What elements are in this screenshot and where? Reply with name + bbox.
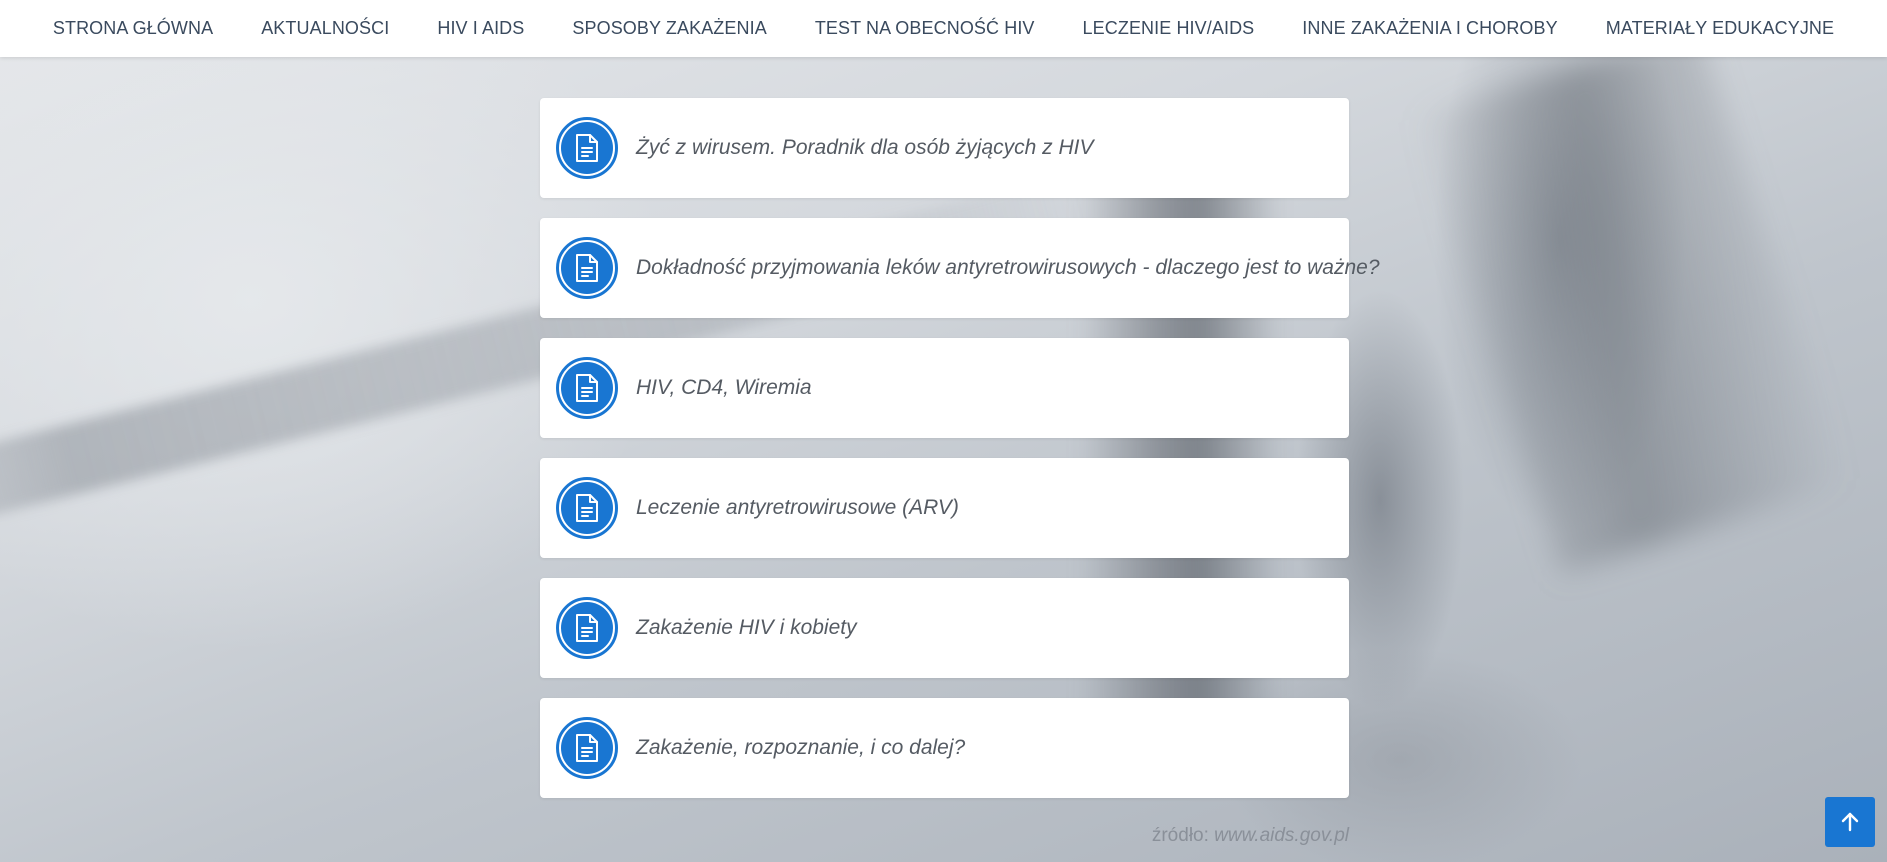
document-icon-ring: [556, 117, 618, 179]
source-note: źródło: www.aids.gov.pl: [1152, 825, 1349, 847]
document-card[interactable]: Dokładność przyjmowania leków antyretrow…: [540, 218, 1380, 318]
arrow-up-icon: [1841, 812, 1859, 832]
document-card[interactable]: Zakażenie HIV i kobiety: [540, 578, 1349, 678]
nav-item-hiv-test[interactable]: TEST NA OBECNOŚĆ HIV: [791, 18, 1059, 39]
document-icon: [561, 122, 613, 174]
nav-item-transmission[interactable]: SPOSOBY ZAKAŻENIA: [548, 18, 790, 39]
document-title: Leczenie antyretrowirusowe (ARV): [636, 496, 959, 519]
nav-item-treatment[interactable]: LECZENIE HIV/AIDS: [1059, 18, 1279, 39]
document-icon-ring: [556, 357, 618, 419]
document-icon: [561, 482, 613, 534]
document-icon: [561, 362, 613, 414]
nav-item-other-infections[interactable]: INNE ZAKAŻENIA I CHOROBY: [1278, 18, 1581, 39]
document-list: Żyć z wirusem. Poradnik dla osób żyjącyc…: [540, 98, 1380, 818]
document-title: Zakażenie, rozpoznanie, i co dalej?: [636, 736, 966, 759]
scroll-to-top-button[interactable]: [1825, 797, 1875, 847]
document-icon-ring: [556, 477, 618, 539]
document-icon-ring: [556, 717, 618, 779]
background-shape: [1413, 25, 1847, 575]
document-title: Dokładność przyjmowania leków antyretrow…: [636, 256, 1380, 279]
document-title: Żyć z wirusem. Poradnik dla osób żyjącyc…: [636, 136, 1094, 159]
nav-item-hiv-aids[interactable]: HIV I AIDS: [413, 18, 548, 39]
document-title: Zakażenie HIV i kobiety: [636, 616, 857, 639]
document-icon: [561, 602, 613, 654]
document-icon: [561, 722, 613, 774]
document-card[interactable]: Zakażenie, rozpoznanie, i co dalej?: [540, 698, 1349, 798]
main-navigation: STRONA GŁÓWNA AKTUALNOŚCI HIV I AIDS SPO…: [0, 0, 1887, 57]
document-title: HIV, CD4, Wiremia: [636, 376, 812, 399]
document-card[interactable]: HIV, CD4, Wiremia: [540, 338, 1349, 438]
document-icon: [561, 242, 613, 294]
document-card[interactable]: Żyć z wirusem. Poradnik dla osób żyjącyc…: [540, 98, 1349, 198]
source-label: źródło:: [1151, 825, 1209, 846]
document-card[interactable]: Leczenie antyretrowirusowe (ARV): [540, 458, 1349, 558]
nav-item-home[interactable]: STRONA GŁÓWNA: [29, 18, 237, 39]
document-icon-ring: [556, 237, 618, 299]
nav-item-educational-materials[interactable]: MATERIAŁY EDUKACYJNE: [1582, 18, 1858, 39]
nav-item-news[interactable]: AKTUALNOŚCI: [237, 18, 413, 39]
document-icon-ring: [556, 597, 618, 659]
source-link[interactable]: www.aids.gov.pl: [1214, 825, 1349, 846]
